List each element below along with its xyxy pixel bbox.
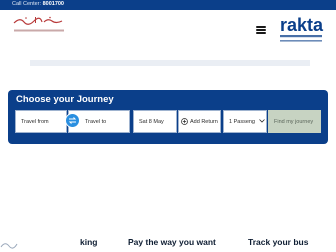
travel-from-input[interactable]: Travel from (15, 110, 67, 133)
departure-date-field[interactable]: Sat 8 May (133, 110, 177, 133)
feature-track-your-bus[interactable]: Track your bus (248, 237, 308, 247)
swap-arrows-icon[interactable] (65, 113, 80, 128)
government-logo-english-mark (14, 29, 64, 32)
rakta-logo-english-line (280, 40, 322, 42)
call-center-number[interactable]: 8001700 (43, 1, 64, 7)
journey-heading: Choose your Journey (16, 94, 114, 105)
journey-planner-panel: Choose your Journey Travel from Travel t… (8, 90, 328, 144)
rakta-logo-arabic-line (280, 35, 322, 38)
call-center-bar: Call Center: 8001700 (0, 0, 336, 10)
chevron-down-icon (259, 119, 265, 123)
government-logo[interactable] (10, 14, 70, 36)
menu-line (256, 29, 266, 31)
rakta-logo[interactable]: rakta (278, 12, 326, 52)
swap-arrows-glyph (68, 117, 77, 124)
menu-line (256, 26, 266, 28)
plus-circle-icon (181, 118, 188, 125)
feature-booking[interactable]: king (80, 237, 97, 247)
hamburger-menu-icon[interactable] (256, 26, 266, 34)
call-center-text[interactable]: Call Center: 8001700 (12, 1, 64, 7)
hero-banner-text-ghost (30, 60, 310, 66)
feature-pay-the-way-you-want[interactable]: Pay the way you want (128, 237, 216, 247)
government-logo-arabic-mark (13, 16, 63, 25)
call-center-label: Call Center: (12, 1, 42, 7)
menu-line (256, 32, 266, 34)
wave-icon (0, 243, 18, 249)
find-my-journey-button[interactable]: Find my journey (268, 110, 321, 133)
rakta-logo-wordmark: rakta (280, 15, 324, 35)
